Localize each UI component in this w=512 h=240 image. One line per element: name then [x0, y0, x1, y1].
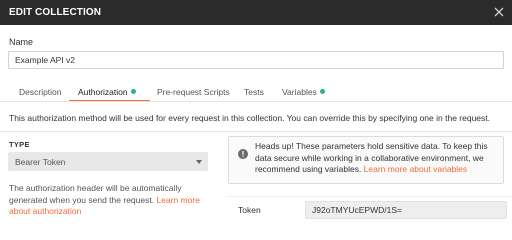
divider [228, 196, 512, 197]
tab-label: Description [19, 87, 62, 97]
auth-help-text: The authorization header will be automat… [9, 183, 209, 218]
name-label: Name [9, 37, 34, 47]
authorization-description: This authorization method will be used f… [9, 113, 490, 123]
divider [0, 101, 512, 102]
tab-tests[interactable]: Tests [244, 87, 264, 97]
chevron-down-icon [196, 160, 202, 164]
close-icon[interactable] [492, 5, 506, 19]
notice-text: Heads up! These parameters hold sensitiv… [255, 141, 499, 176]
tab-pre-request-scripts[interactable]: Pre-request Scripts [157, 87, 230, 97]
collection-name-input[interactable] [8, 51, 504, 69]
sensitive-data-notice: Heads up! These parameters hold sensitiv… [228, 136, 504, 184]
tab-label: Pre-request Scripts [157, 87, 230, 97]
tab-bar: Description Authorization Pre-request Sc… [0, 80, 512, 102]
tab-label: Variables [282, 87, 317, 97]
status-dot-icon [130, 89, 136, 94]
status-dot-icon [319, 89, 325, 94]
info-icon [238, 146, 248, 159]
learn-more-variables-link[interactable]: Learn more about variables [364, 164, 467, 174]
tab-description[interactable]: Description [19, 87, 62, 97]
token-label: Token [238, 205, 261, 215]
auth-type-value: Bearer Token [15, 157, 66, 167]
tab-variables[interactable]: Variables [282, 87, 325, 97]
divider [0, 131, 512, 132]
tab-label: Authorization [78, 87, 128, 97]
tab-label: Tests [244, 87, 264, 97]
auth-type-select[interactable]: Bearer Token [8, 152, 208, 171]
type-label: TYPE [9, 140, 30, 149]
dialog-title: EDIT COLLECTION [9, 7, 102, 18]
dialog-titlebar: EDIT COLLECTION [0, 0, 512, 25]
token-input[interactable] [305, 201, 507, 219]
tab-authorization[interactable]: Authorization [78, 87, 136, 97]
